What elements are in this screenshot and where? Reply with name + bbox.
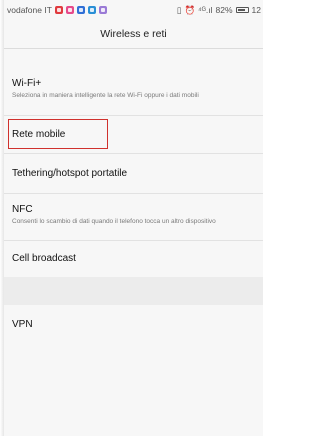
battery-level-fill [237, 9, 245, 11]
signal-icon: ⁴ᴳ.ıl [198, 5, 213, 15]
app-notification-icon [65, 6, 74, 14]
battery-icon [235, 7, 249, 13]
app-notification-icon [87, 6, 96, 14]
app-notification-icon [76, 6, 85, 14]
system-icons: ▯ ⏰ ⁴ᴳ.ıl 82% 12 [177, 5, 263, 16]
highlight-box [8, 119, 108, 149]
vibrate-icon: ▯ [176, 4, 182, 15]
vpn-title: VPN [12, 319, 33, 330]
carrier-label: vodafone IT [7, 5, 52, 15]
mobile-network-item[interactable]: Rete mobile [4, 116, 263, 154]
vpn-item[interactable]: VPN [4, 305, 263, 345]
wifi-plus-item[interactable]: Wi-Fi+ Seleziona in maniera intelligente… [4, 66, 263, 116]
settings-list: Wi-Fi+ Seleziona in maniera intelligente… [4, 66, 263, 345]
section-divider [4, 277, 263, 305]
page-title: Wireless e reti [4, 20, 263, 49]
app-notification-icon [98, 6, 107, 14]
alarm-icon: ⏰ [184, 4, 196, 15]
nfc-item[interactable]: NFC Consenti lo scambio di dati quando i… [4, 194, 263, 241]
app-notification-icon [54, 6, 63, 14]
clock: 12 [251, 5, 261, 15]
tethering-hotspot-title: Tethering/hotspot portatile [12, 167, 128, 179]
wifi-plus-subtitle: Seleziona in maniera intelligente la ret… [12, 92, 199, 99]
wifi-plus-title: Wi-Fi+ [12, 78, 42, 89]
nfc-title: NFC [12, 204, 33, 215]
nfc-subtitle: Consenti lo scambio di dati quando il te… [12, 218, 216, 225]
notification-icons [54, 6, 110, 14]
battery-percent: 82% [215, 5, 233, 15]
tethering-hotspot-item[interactable]: Tethering/hotspot portatile [4, 154, 263, 194]
status-bar: vodafone IT ▯ ⏰ ⁴ᴳ.ıl 82% 12 [4, 0, 263, 20]
cell-broadcast-title: Cell broadcast [12, 253, 76, 264]
phone-screen: vodafone IT ▯ ⏰ ⁴ᴳ.ıl 82% 12 Wireless e … [4, 0, 263, 436]
cell-broadcast-item[interactable]: Cell broadcast [4, 241, 263, 277]
